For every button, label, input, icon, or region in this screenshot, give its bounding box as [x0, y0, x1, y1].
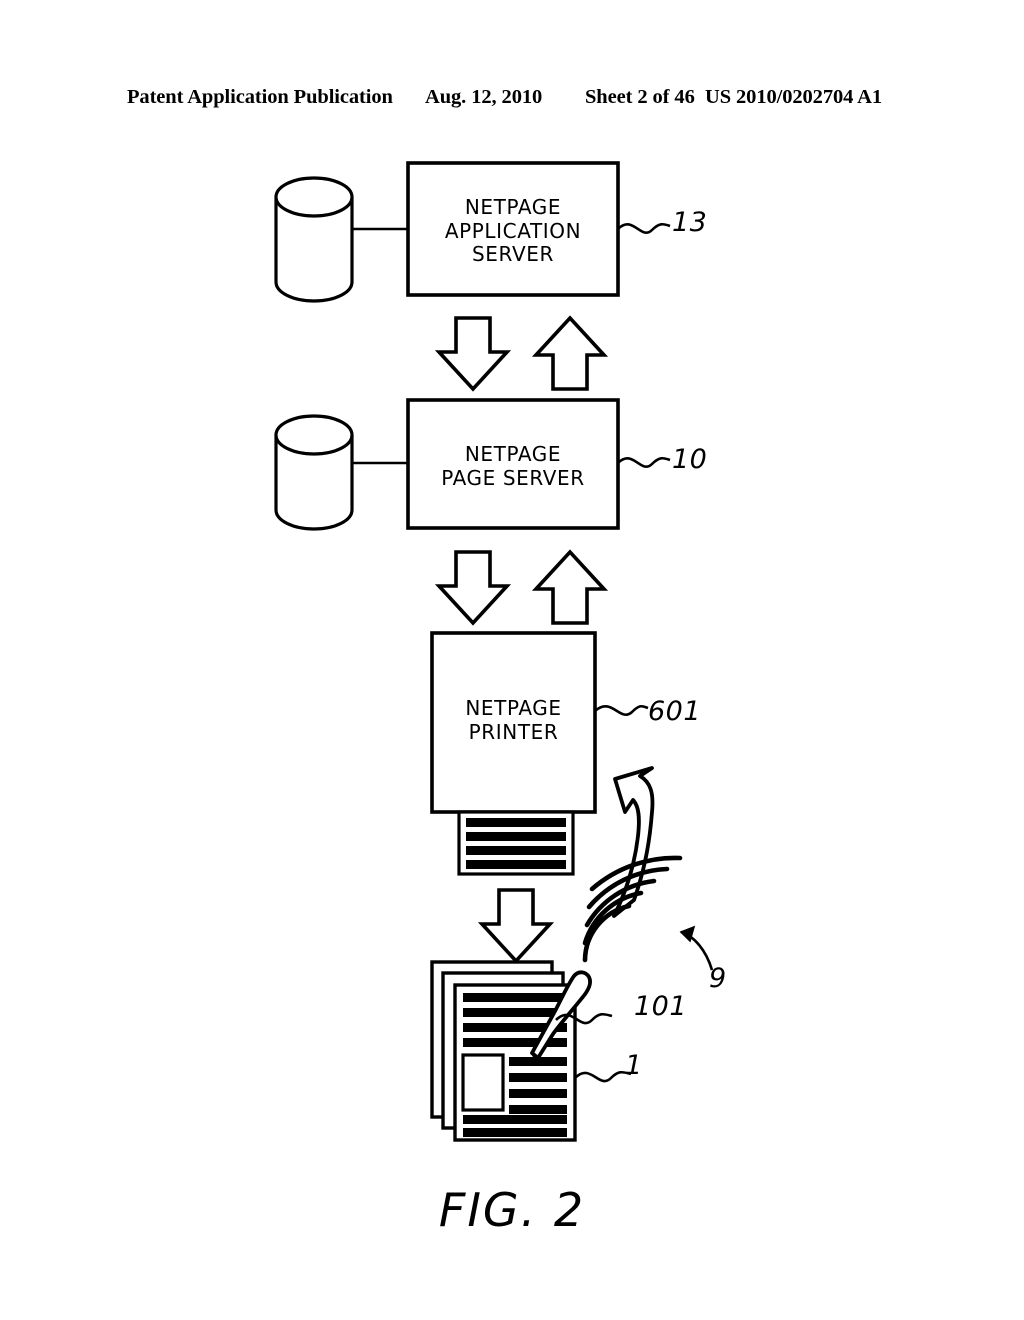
printer-node	[430, 631, 649, 876]
document-leader	[574, 1070, 632, 1083]
app-server-label: NETPAGE APPLICATION SERVER	[444, 195, 582, 267]
reference-numeral-13: 13	[672, 207, 708, 238]
reference-numeral-601: 601	[648, 696, 702, 727]
printer-leader	[594, 704, 649, 716]
arrow-printer-to-documents	[477, 888, 555, 964]
arrows-app-to-page	[434, 315, 609, 392]
document-image-placeholder	[461, 1053, 505, 1112]
page-server-label: NETPAGE PAGE SERVER	[441, 442, 585, 490]
down-arrow-icon-2	[434, 550, 512, 626]
down-arrow-icon	[434, 316, 512, 392]
page-server-leader	[617, 456, 671, 468]
page-server-database-icon	[274, 414, 354, 531]
reference-numeral-9: 9	[709, 963, 727, 994]
printer-output-page	[457, 810, 575, 876]
app-server-database-icon	[274, 176, 354, 303]
reference-numeral-1: 1	[625, 1050, 643, 1081]
ref-9-leader	[679, 925, 714, 971]
up-arrow-icon-2	[531, 549, 609, 625]
document-stack	[430, 960, 577, 1142]
arrows-page-to-printer	[434, 549, 609, 626]
reference-numeral-101: 101	[634, 991, 688, 1022]
app-server-leader	[617, 222, 671, 234]
patent-drawing-page: Patent Application Publication Aug. 12, …	[0, 0, 1024, 1320]
up-arrow-icon	[531, 315, 609, 391]
figure-caption: FIG. 2	[438, 1183, 586, 1237]
reference-numeral-10: 10	[672, 444, 708, 475]
printer-label: NETPAGE PRINTER	[465, 696, 562, 744]
down-arrow-icon-3	[477, 888, 555, 964]
